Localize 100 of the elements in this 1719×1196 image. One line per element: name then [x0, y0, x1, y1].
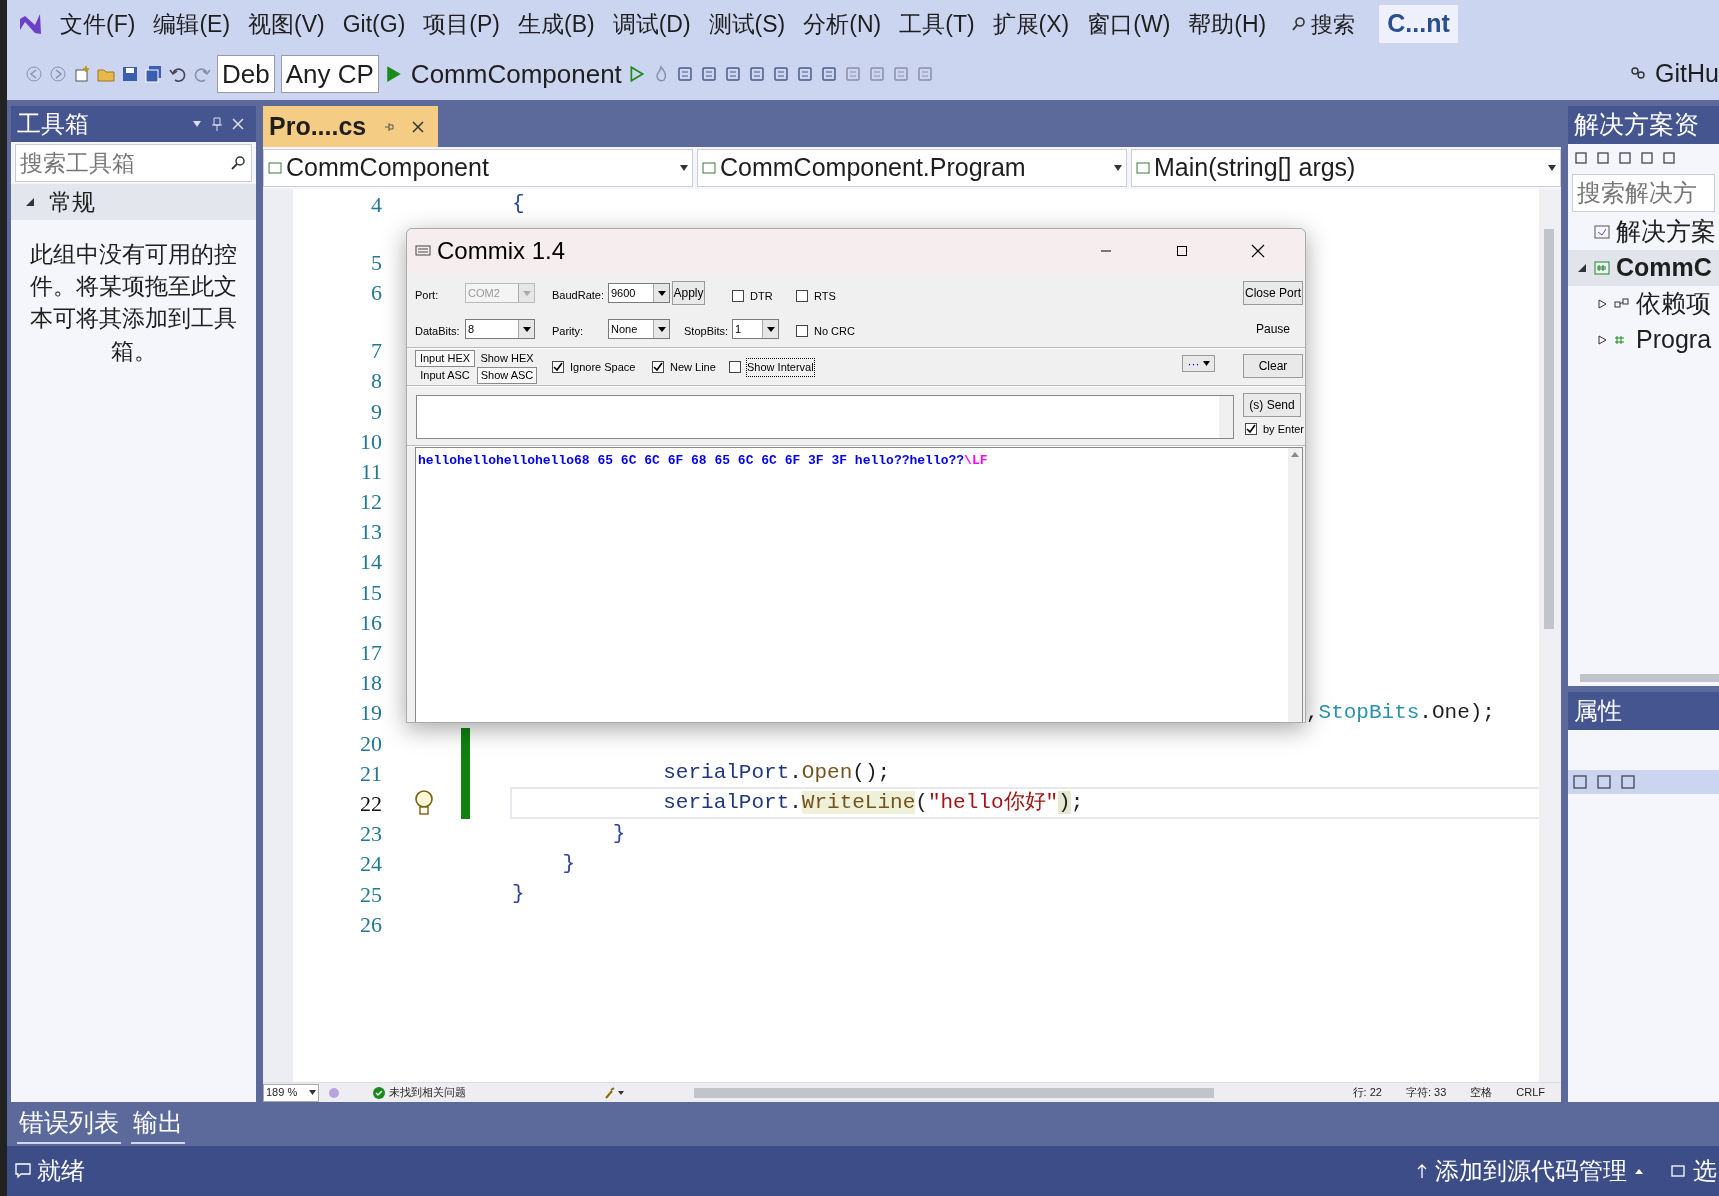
close-icon[interactable]: [1251, 244, 1265, 258]
menu-item[interactable]: 生成(B): [509, 6, 604, 42]
expanded-triangle-icon[interactable]: [25, 197, 35, 207]
apply-button[interactable]: Apply: [672, 281, 705, 305]
tree-item[interactable]: Progra: [1568, 322, 1719, 358]
search-icon[interactable]: [1291, 16, 1308, 32]
document-tab[interactable]: Pro....cs: [263, 106, 439, 147]
scrollbar-thumb[interactable]: [1544, 229, 1554, 629]
checkbox[interactable]: [729, 361, 741, 374]
menu-item[interactable]: 编辑(E): [144, 6, 240, 42]
caret-up-icon[interactable]: [1635, 1168, 1643, 1174]
mode-toggle[interactable]: Input ASC: [415, 367, 475, 384]
dropdown[interactable]: 9600: [608, 283, 670, 303]
checkbox-label[interactable]: DTR: [750, 288, 773, 305]
pin-icon[interactable]: [212, 117, 222, 131]
save-icon[interactable]: [121, 65, 139, 83]
brush-icon[interactable]: [604, 1086, 626, 1099]
horizontal-scrollbar[interactable]: [1580, 674, 1719, 682]
tree-item[interactable]: 依赖项: [1568, 286, 1719, 322]
checkbox-label[interactable]: Show Interval: [747, 359, 814, 376]
indent-indicator[interactable]: 空格: [1470, 1084, 1493, 1101]
group-header[interactable]: 常规: [49, 184, 95, 220]
menu-item[interactable]: 测试(S): [699, 6, 795, 42]
search-field[interactable]: 搜索解决方: [1572, 174, 1715, 212]
navigation-dropdown[interactable]: Main(string[] args): [1131, 149, 1561, 187]
checkbox[interactable]: [796, 325, 808, 338]
menu-item[interactable]: 文件(F): [51, 6, 145, 42]
search-field[interactable]: 搜索工具箱: [15, 144, 252, 182]
zoom-dropdown[interactable]: 189 %: [263, 1083, 319, 1102]
menu-item[interactable]: 帮助(H): [1179, 6, 1276, 42]
checkbox[interactable]: [552, 361, 564, 374]
navigation-dropdown[interactable]: CommComponent.Program: [697, 149, 1127, 187]
save-all-icon[interactable]: [145, 65, 163, 83]
pause-button[interactable]: Pause: [1243, 317, 1303, 341]
panel-tab[interactable]: 错误列表: [17, 1104, 121, 1144]
repository-button[interactable]: 选: [1693, 1153, 1717, 1189]
search-button[interactable]: 搜索: [1311, 7, 1356, 41]
checkbox[interactable]: [732, 290, 744, 303]
menu-item[interactable]: 窗口(W): [1078, 6, 1180, 42]
menu-item[interactable]: 扩展(X): [983, 6, 1079, 42]
forward-icon[interactable]: [49, 65, 67, 83]
mode-toggle[interactable]: Input HEX: [415, 350, 475, 367]
line-indicator[interactable]: 行: 22: [1352, 1084, 1382, 1101]
menu-item[interactable]: 视图(V): [239, 6, 334, 42]
tree-item[interactable]: CommC: [1568, 250, 1719, 286]
checkbox[interactable]: [796, 290, 808, 303]
panel-tab[interactable]: 输出: [131, 1104, 185, 1144]
line-ending-indicator[interactable]: CRLF: [1516, 1084, 1545, 1101]
send-button[interactable]: (s) Send: [1243, 393, 1301, 417]
checkbox-label[interactable]: New Line: [670, 359, 716, 376]
new-item-icon[interactable]: [73, 65, 91, 83]
search-icon[interactable]: [230, 155, 246, 171]
start-button[interactable]: CommComponent: [410, 54, 622, 94]
github-button[interactable]: GitHu: [1655, 55, 1719, 93]
menu-item[interactable]: 调试(D): [603, 6, 700, 42]
dropdown-caret-icon[interactable]: [192, 120, 202, 128]
pin-icon[interactable]: [384, 120, 395, 133]
clear-button[interactable]: Clear: [1243, 354, 1303, 378]
menu-item[interactable]: Git(G): [333, 6, 415, 42]
up-arrow-icon[interactable]: [1417, 1164, 1427, 1178]
expanded-triangle-icon[interactable]: [1577, 263, 1587, 273]
menu-item[interactable]: 项目(P): [414, 6, 509, 42]
configuration-dropdown[interactable]: Deb: [217, 55, 275, 93]
checkbox[interactable]: [1245, 423, 1257, 436]
dropdown[interactable]: None: [608, 319, 670, 339]
play-icon[interactable]: [384, 65, 403, 83]
undo-icon[interactable]: [169, 65, 187, 83]
mode-toggle[interactable]: Show ASC: [477, 367, 537, 384]
dropdown[interactable]: 1: [732, 319, 779, 339]
back-icon[interactable]: [25, 65, 43, 83]
column-indicator[interactable]: 字符: 33: [1405, 1084, 1447, 1101]
dropdown[interactable]: 8: [465, 319, 535, 339]
send-input-field[interactable]: [416, 395, 1234, 439]
repository-icon[interactable]: [1671, 1164, 1685, 1178]
checkbox[interactable]: [652, 361, 664, 374]
checkbox-label[interactable]: No CRC: [814, 323, 855, 340]
source-control-button[interactable]: 添加到源代码管理: [1435, 1153, 1627, 1189]
maximize-icon[interactable]: [1176, 245, 1188, 257]
code-line: serialPort.WriteLine("hello你好");: [512, 789, 1539, 818]
platform-dropdown[interactable]: Any CP: [280, 55, 379, 93]
navigation-dropdown[interactable]: CommComponent: [263, 149, 693, 187]
close-icon[interactable]: [412, 120, 425, 133]
close-port-button[interactable]: Close Port: [1243, 281, 1303, 305]
method-icon: [1136, 161, 1150, 175]
collapsed-triangle-icon[interactable]: [1597, 335, 1607, 345]
more-button[interactable]: ···: [1182, 355, 1215, 372]
scroll-up-icon[interactable]: [1291, 452, 1299, 457]
collapsed-triangle-icon[interactable]: [1597, 299, 1607, 309]
tree-item[interactable]: 解决方案: [1568, 214, 1719, 250]
issues-status[interactable]: 未找到相关问题: [389, 1084, 466, 1101]
scrollbar[interactable]: [1219, 396, 1233, 438]
mode-toggle[interactable]: Show HEX: [477, 350, 537, 367]
checkbox-label[interactable]: RTS: [814, 288, 836, 305]
menu-item[interactable]: 分析(N): [794, 6, 891, 42]
checkbox-label[interactable]: Ignore Space: [570, 359, 636, 376]
redo-icon[interactable]: [193, 65, 211, 83]
horizontal-scrollbar[interactable]: [694, 1087, 1214, 1098]
lightbulb-icon[interactable]: [412, 789, 435, 818]
checkbox-label[interactable]: by Enter: [1263, 421, 1304, 438]
menu-item[interactable]: 工具(T): [890, 6, 984, 42]
